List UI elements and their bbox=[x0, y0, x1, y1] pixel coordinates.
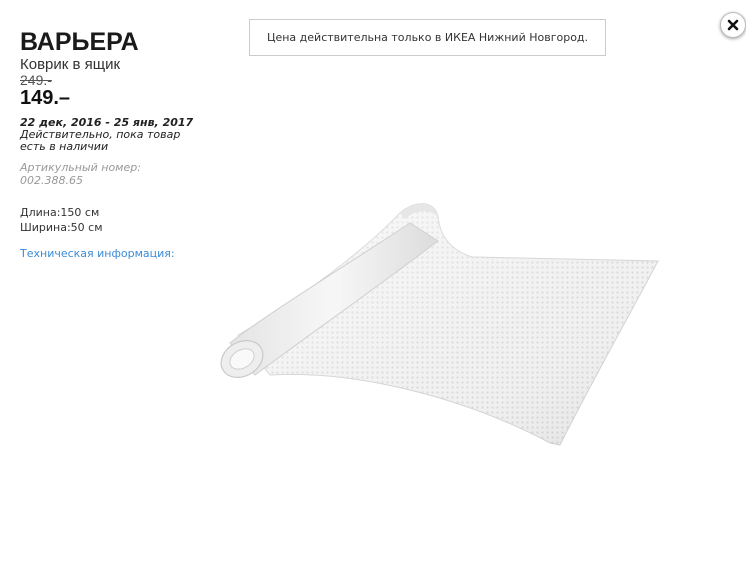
old-price: 249.- bbox=[20, 72, 52, 88]
article-number: Артикульный номер: 002.388.65 bbox=[20, 161, 200, 187]
store-price-notice: Цена действительна только в ИКЕА Нижний … bbox=[249, 19, 606, 56]
price-validity: 22 дек, 2016 - 25 янв, 2017 Действительн… bbox=[20, 117, 200, 153]
product-photo bbox=[220, 203, 659, 446]
dimension-width: Ширина:50 см bbox=[20, 221, 103, 234]
tech-info-link[interactable]: Техническая информация: bbox=[20, 247, 175, 260]
dimension-length: Длина:150 см bbox=[20, 206, 100, 219]
article-value: 002.388.65 bbox=[20, 174, 83, 187]
product-popup: ВАРЬЕРА Коврик в ящик 249.- 149.– 22 дек… bbox=[0, 0, 746, 563]
dimensions: Длина:150 см Ширина:50 см bbox=[20, 205, 200, 235]
notice-text: Цена действительна только в ИКЕА Нижний … bbox=[266, 31, 589, 44]
article-label: Артикульный номер: bbox=[20, 161, 141, 174]
product-type: Коврик в ящик bbox=[20, 56, 121, 73]
close-button[interactable] bbox=[720, 12, 746, 38]
new-price: 149.– bbox=[20, 87, 71, 109]
validity-note: Действительно, пока товар есть в наличии bbox=[20, 128, 181, 153]
product-name: ВАРЬЕРА bbox=[20, 28, 139, 56]
product-info: ВАРЬЕРА Коврик в ящик 249.- 149.– 22 дек… bbox=[20, 28, 200, 261]
close-icon bbox=[727, 19, 739, 31]
